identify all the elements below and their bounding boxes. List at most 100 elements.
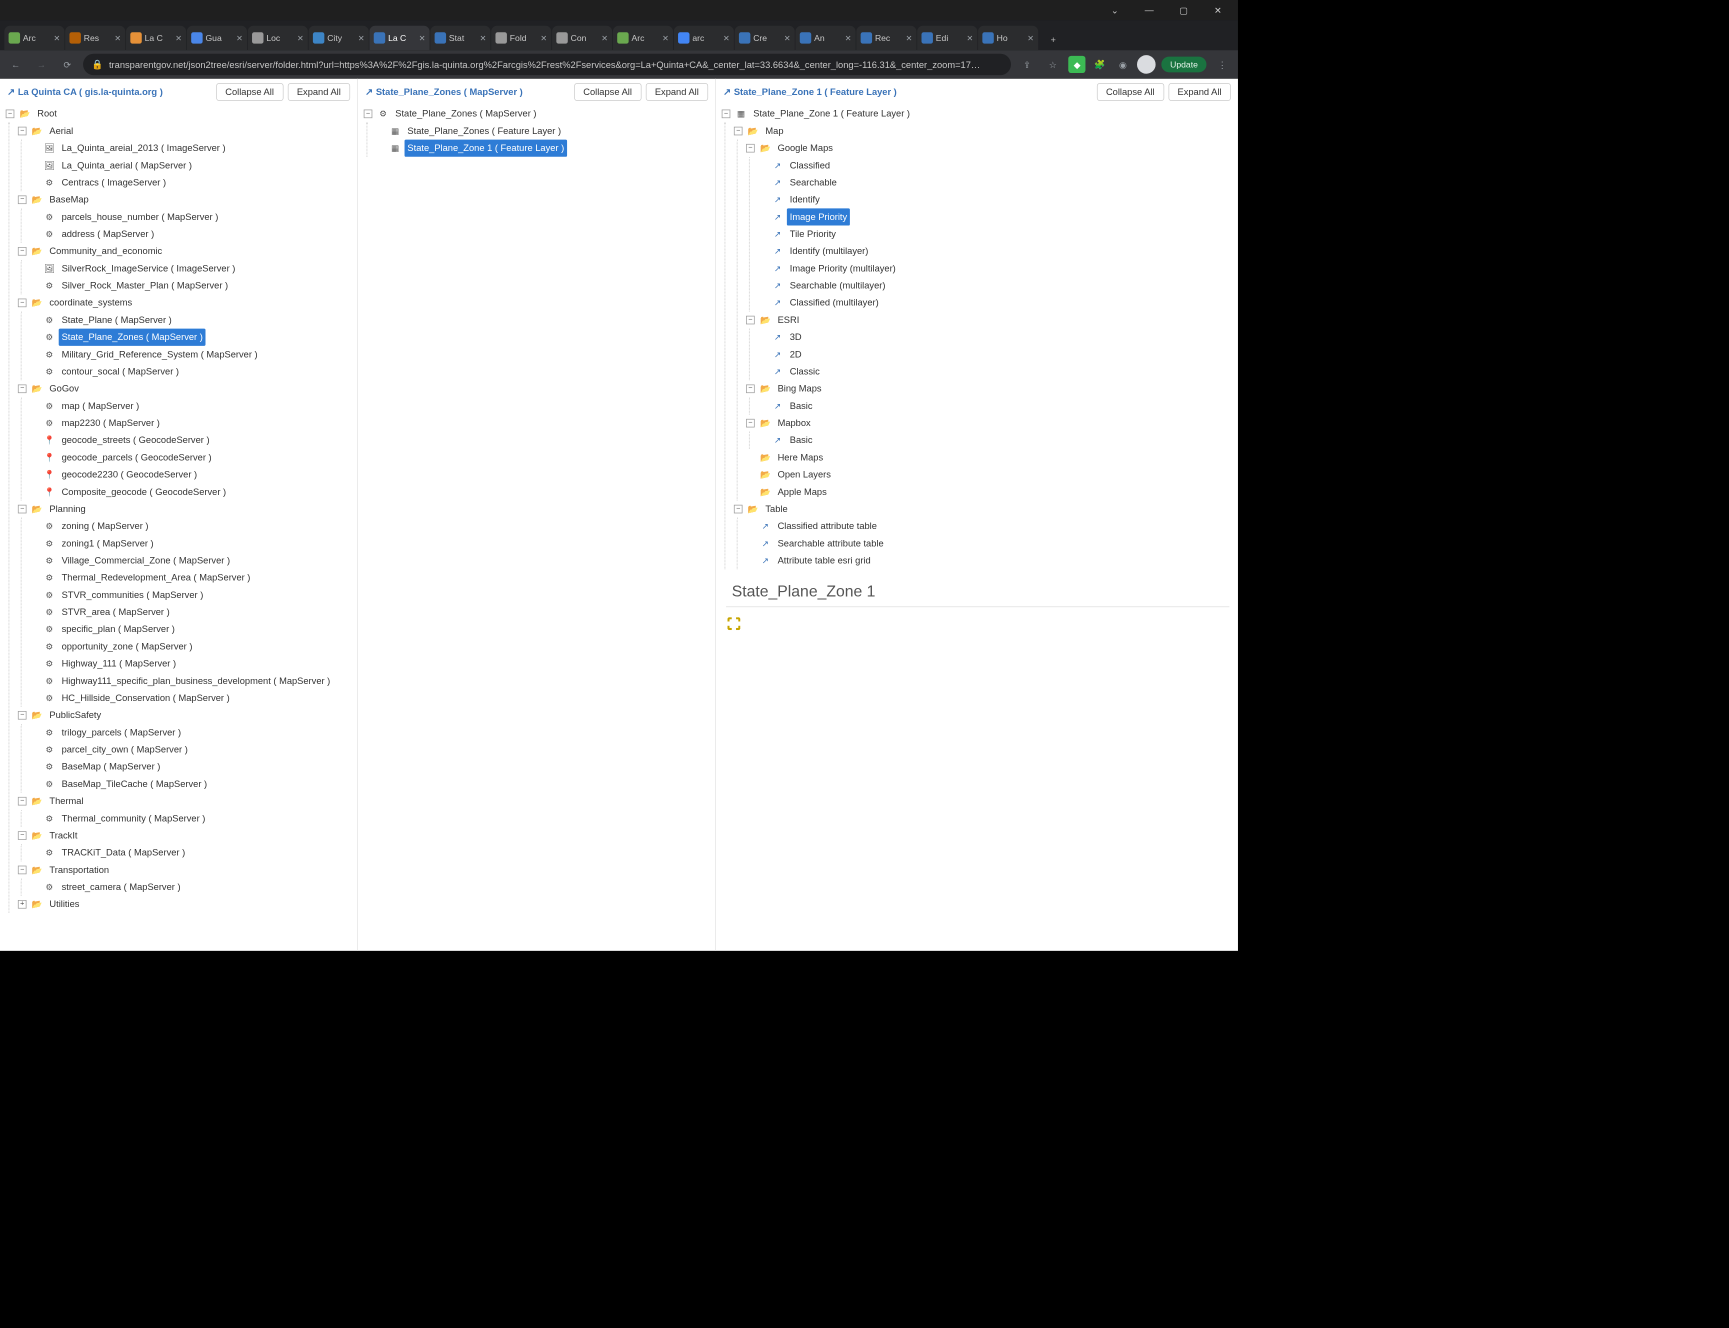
window-maximize[interactable]: ▢ [1168, 2, 1200, 18]
collapse-all-button[interactable]: Collapse All [574, 83, 641, 101]
expand-all-button[interactable]: Expand All [288, 83, 351, 101]
tree-item[interactable]: zoning ( MapServer ) [59, 518, 152, 535]
browser-tab[interactable]: La C✕ [369, 26, 429, 50]
tree-link[interactable]: Classified [787, 157, 833, 174]
tree-item[interactable]: Highway_111 ( MapServer ) [59, 655, 179, 672]
tree-toggle[interactable]: − [364, 110, 373, 119]
tree-folder[interactable]: PublicSafety [47, 707, 104, 724]
tree-folder[interactable]: TrackIt [47, 827, 81, 844]
tab-close-icon[interactable]: ✕ [966, 33, 973, 42]
expand-all-button[interactable]: Expand All [1168, 83, 1231, 101]
tree-item[interactable]: State_Plane_Zones ( MapServer ) [59, 329, 206, 346]
browser-tab[interactable]: arc✕ [674, 26, 734, 50]
browser-tab[interactable]: Arc✕ [4, 26, 64, 50]
browser-tab[interactable]: City✕ [309, 26, 369, 50]
browser-tab[interactable]: Rec✕ [856, 26, 916, 50]
tree-folder[interactable]: Google Maps [775, 140, 836, 157]
tree-folder[interactable]: ESRI [775, 311, 802, 328]
tree-toggle[interactable]: − [18, 384, 27, 393]
tree-toggle[interactable]: + [18, 900, 27, 909]
tree-item[interactable]: Thermal_community ( MapServer ) [59, 810, 209, 827]
browser-tab[interactable]: Loc✕ [248, 26, 308, 50]
detail-tree[interactable]: −▦State_Plane_Zone 1 ( Feature Layer )−📂… [716, 105, 1238, 951]
tree-folder[interactable]: Mapbox [775, 415, 814, 432]
tree-folder[interactable]: Community_and_economic [47, 243, 166, 260]
browser-tab[interactable]: Res✕ [65, 26, 125, 50]
tab-close-icon[interactable]: ✕ [54, 33, 61, 42]
tree-link[interactable]: Classified (multilayer) [787, 294, 882, 311]
tree-folder[interactable]: Aerial [47, 122, 77, 139]
tree-folder[interactable]: Thermal [47, 793, 87, 810]
tree-link[interactable]: 2D [787, 346, 805, 363]
tab-close-icon[interactable]: ✕ [419, 33, 426, 42]
window-dropdown[interactable]: ⌄ [1099, 2, 1131, 18]
tree-folder[interactable]: Planning [47, 500, 89, 517]
tree-toggle[interactable]: − [18, 505, 27, 514]
tab-close-icon[interactable]: ✕ [784, 33, 791, 42]
tree-item[interactable]: map2230 ( MapServer ) [59, 415, 163, 432]
tree-root[interactable]: State_Plane_Zone 1 ( Feature Layer ) [750, 105, 913, 122]
tree-link[interactable]: Attribute table esri grid [775, 552, 874, 569]
tree-item[interactable]: address ( MapServer ) [59, 226, 157, 243]
tree-root[interactable]: State_Plane_Zones ( MapServer ) [392, 105, 539, 122]
browser-tab[interactable]: Fold✕ [491, 26, 551, 50]
tab-close-icon[interactable]: ✕ [297, 33, 304, 42]
update-button[interactable]: Update [1162, 57, 1207, 73]
browser-tab[interactable]: Cre✕ [735, 26, 795, 50]
tree-toggle[interactable]: − [722, 110, 731, 119]
tree-link[interactable]: Identify (multilayer) [787, 243, 871, 260]
tree-item[interactable]: BaseMap_TileCache ( MapServer ) [59, 775, 210, 792]
tab-close-icon[interactable]: ✕ [236, 33, 243, 42]
browser-tab[interactable]: Arc✕ [613, 26, 673, 50]
tree-item[interactable]: Composite_geocode ( GeocodeServer ) [59, 483, 229, 500]
tree-folder[interactable]: BaseMap [47, 191, 92, 208]
tab-close-icon[interactable]: ✕ [1027, 33, 1034, 42]
tree-link[interactable]: Image Priority [787, 208, 850, 225]
tree-item[interactable]: TRACKiT_Data ( MapServer ) [59, 844, 188, 861]
kebab-menu-icon[interactable]: ⋮ [1212, 54, 1232, 74]
extension-icon-1[interactable]: ◆ [1068, 56, 1085, 73]
tree-link[interactable]: 3D [787, 329, 805, 346]
browser-tab[interactable]: Con✕ [552, 26, 612, 50]
tree-folder[interactable]: coordinate_systems [47, 294, 136, 311]
tree-folder[interactable]: Map [763, 122, 787, 139]
tree-toggle[interactable]: − [18, 797, 27, 806]
tree-item[interactable]: parcel_city_own ( MapServer ) [59, 741, 191, 758]
tab-close-icon[interactable]: ✕ [358, 33, 365, 42]
nav-forward[interactable]: → [32, 54, 52, 74]
tab-close-icon[interactable]: ✕ [480, 33, 487, 42]
tree-link[interactable]: Image Priority (multilayer) [787, 260, 899, 277]
browser-tab[interactable]: An✕ [795, 26, 855, 50]
tree-folder[interactable]: Here Maps [775, 449, 826, 466]
tree-toggle[interactable]: − [746, 316, 755, 325]
browser-tab[interactable]: Gua✕ [187, 26, 247, 50]
tree-toggle[interactable]: − [6, 110, 15, 119]
tree-toggle[interactable]: − [746, 419, 755, 428]
browser-tab[interactable]: Edi✕ [917, 26, 977, 50]
tab-close-icon[interactable]: ✕ [723, 33, 730, 42]
panel-detail-title[interactable]: ↗ State_Plane_Zone 1 ( Feature Layer ) [723, 86, 897, 97]
tree-item[interactable]: specific_plan ( MapServer ) [59, 621, 178, 638]
tree-item[interactable]: HC_Hillside_Conservation ( MapServer ) [59, 690, 233, 707]
nav-back[interactable]: ← [6, 54, 26, 74]
tree-item[interactable]: parcels_house_number ( MapServer ) [59, 208, 221, 225]
tree-item[interactable]: La_Quinta_areial_2013 ( ImageServer ) [59, 140, 229, 157]
tree-item[interactable]: BaseMap ( MapServer ) [59, 758, 164, 775]
panel-services-title[interactable]: ↗ La Quinta CA ( gis.la-quinta.org ) [7, 86, 163, 97]
tree-folder[interactable]: Open Layers [775, 466, 834, 483]
tree-item[interactable]: geocode_parcels ( GeocodeServer ) [59, 449, 215, 466]
tree-item[interactable]: geocode2230 ( GeocodeServer ) [59, 466, 200, 483]
tree-item[interactable]: State_Plane_Zones ( Feature Layer ) [405, 122, 564, 139]
tree-toggle[interactable]: − [18, 299, 27, 308]
tree-link[interactable]: Identify [787, 191, 823, 208]
tree-item[interactable]: State_Plane_Zone 1 ( Feature Layer ) [405, 140, 568, 157]
tree-item[interactable]: STVR_communities ( MapServer ) [59, 586, 206, 603]
tab-close-icon[interactable]: ✕ [662, 33, 669, 42]
nav-reload[interactable]: ⟳ [57, 54, 77, 74]
tree-root[interactable]: Root [34, 105, 59, 122]
bookmark-star-icon[interactable]: ☆ [1043, 54, 1063, 74]
tree-item[interactable]: geocode_streets ( GeocodeServer ) [59, 432, 213, 449]
tree-toggle[interactable]: − [18, 711, 27, 720]
tree-folder[interactable]: Table [763, 500, 791, 517]
tree-toggle[interactable]: − [746, 144, 755, 153]
